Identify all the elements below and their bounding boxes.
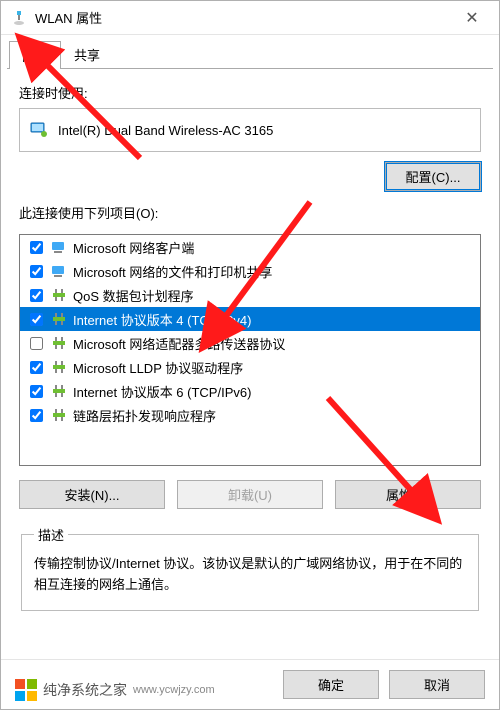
- list-item[interactable]: Microsoft LLDP 协议驱动程序: [20, 355, 480, 379]
- client-icon: [51, 239, 67, 255]
- description-group: 描述 传输控制协议/Internet 协议。该协议是默认的广域网络协议，用于在不…: [21, 525, 479, 611]
- item-label: 链路层拓扑发现响应程序: [73, 406, 216, 425]
- item-checkbox[interactable]: [30, 385, 43, 398]
- items-list[interactable]: Microsoft 网络客户端 Microsoft 网络的文件和打印机共享 QoS …: [19, 234, 481, 466]
- content-panel: 连接时使用: Intel(R) Dual Band Wireless-AC 31…: [1, 69, 499, 659]
- window-title: WLAN 属性: [35, 8, 449, 27]
- list-item[interactable]: Microsoft 网络适配器多路传送器协议: [20, 331, 480, 355]
- item-checkbox[interactable]: [30, 313, 43, 326]
- description-legend: 描述: [34, 525, 68, 544]
- proto-icon: [51, 383, 67, 399]
- item-label: Microsoft 网络客户端: [73, 238, 194, 257]
- list-item[interactable]: Internet 协议版本 6 (TCP/IPv6): [20, 379, 480, 403]
- uninstall-button: 卸载(U): [177, 480, 323, 509]
- item-label: Internet 协议版本 6 (TCP/IPv6): [73, 382, 251, 401]
- watermark-url: www.ycwjzy.com: [133, 684, 215, 696]
- item-checkbox[interactable]: [30, 337, 43, 350]
- list-item[interactable]: QoS 数据包计划程序: [20, 283, 480, 307]
- watermark-logo-icon: [15, 679, 37, 701]
- adapter-box: Intel(R) Dual Band Wireless-AC 3165: [19, 108, 481, 152]
- install-button[interactable]: 安装(N)...: [19, 480, 165, 509]
- cancel-button[interactable]: 取消: [389, 670, 485, 699]
- client-icon: [51, 263, 67, 279]
- tab-sharing[interactable]: 共享: [61, 40, 113, 68]
- description-text: 传输控制协议/Internet 协议。该协议是默认的广域网络协议，用于在不同的相…: [34, 554, 466, 596]
- dialog-footer: 纯净系统之家 www.ycwjzy.com 确定 取消: [1, 659, 499, 709]
- tabs: 网络 共享: [7, 41, 493, 69]
- list-action-buttons: 安装(N)... 卸载(U) 属性(R): [19, 480, 481, 509]
- item-label: QoS 数据包计划程序: [73, 286, 194, 305]
- item-label: Microsoft 网络适配器多路传送器协议: [73, 334, 285, 353]
- configure-button[interactable]: 配置(C)...: [385, 162, 481, 191]
- wlan-properties-window: WLAN 属性 ✕ 网络 共享 连接时使用: Intel(R) Dual Ban…: [0, 0, 500, 710]
- item-checkbox[interactable]: [30, 361, 43, 374]
- list-item[interactable]: Internet 协议版本 4 (TCP/IPv4): [20, 307, 480, 331]
- list-item[interactable]: 链路层拓扑发现响应程序: [20, 403, 480, 427]
- ok-button[interactable]: 确定: [283, 670, 379, 699]
- titlebar: WLAN 属性 ✕: [1, 1, 499, 35]
- network-adapter-icon: [11, 10, 27, 26]
- item-checkbox[interactable]: [30, 289, 43, 302]
- item-checkbox[interactable]: [30, 409, 43, 422]
- proto-icon: [51, 311, 67, 327]
- list-item[interactable]: Microsoft 网络客户端: [20, 235, 480, 259]
- close-button[interactable]: ✕: [449, 2, 495, 34]
- item-checkbox[interactable]: [30, 265, 43, 278]
- connect-using-label: 连接时使用:: [19, 83, 481, 102]
- proto-icon: [51, 359, 67, 375]
- item-label: Microsoft 网络的文件和打印机共享: [73, 262, 272, 281]
- adapter-name: Intel(R) Dual Band Wireless-AC 3165: [58, 123, 273, 138]
- monitor-network-icon: [30, 121, 48, 139]
- items-list-label: 此连接使用下列项目(O):: [19, 203, 481, 222]
- proto-icon: [51, 335, 67, 351]
- watermark-name: 纯净系统之家: [43, 680, 127, 700]
- proto-icon: [51, 407, 67, 423]
- properties-button[interactable]: 属性(R): [335, 480, 481, 509]
- list-item[interactable]: Microsoft 网络的文件和打印机共享: [20, 259, 480, 283]
- item-label: Internet 协议版本 4 (TCP/IPv4): [73, 310, 251, 329]
- item-label: Microsoft LLDP 协议驱动程序: [73, 358, 243, 377]
- proto-icon: [51, 287, 67, 303]
- tab-network[interactable]: 网络: [9, 41, 61, 69]
- watermark: 纯净系统之家 www.ycwjzy.com: [15, 679, 215, 701]
- item-checkbox[interactable]: [30, 241, 43, 254]
